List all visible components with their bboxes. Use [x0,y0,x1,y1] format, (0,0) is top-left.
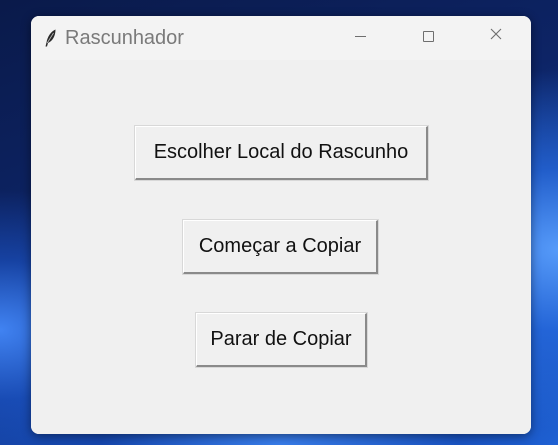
close-button[interactable] [473,16,519,56]
app-window: Rascunhador Escolher Local do Rascunho C… [31,16,531,434]
start-copying-button[interactable]: Começar a Copiar [182,219,379,275]
maximize-button[interactable] [405,16,451,56]
maximize-icon [422,30,434,42]
minimize-icon [354,35,366,37]
feather-icon [43,28,59,48]
minimize-button[interactable] [337,16,383,56]
stop-copying-button[interactable]: Parar de Copiar [195,312,368,368]
window-title: Rascunhador [65,27,184,49]
window-content: Escolher Local do Rascunho Começar a Cop… [31,60,531,434]
title-bar[interactable]: Rascunhador [31,16,531,60]
close-icon [490,27,502,45]
choose-draft-location-button[interactable]: Escolher Local do Rascunho [134,125,429,181]
